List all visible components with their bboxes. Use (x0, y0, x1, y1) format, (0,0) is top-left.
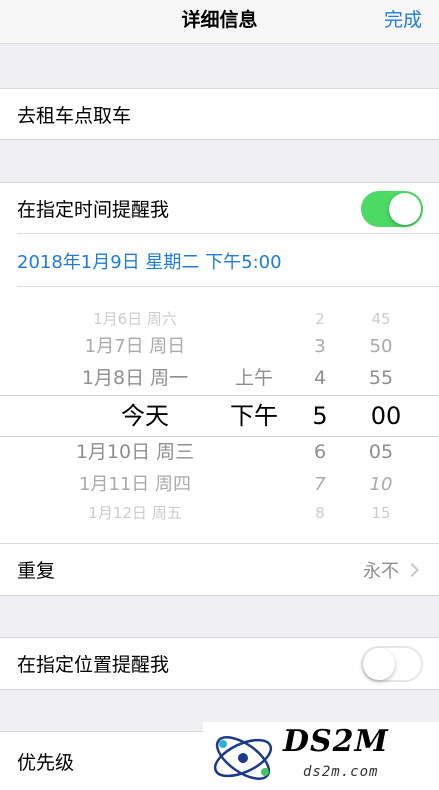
picker-date-selected[interactable]: 今天 (60, 395, 230, 437)
repeat-label: 重复 (17, 560, 56, 582)
watermark-logo-icon (213, 736, 273, 780)
toggle-knob (389, 193, 421, 225)
picker-date-option[interactable]: 1月10日 周三 (50, 436, 220, 468)
task-title[interactable]: 去租车点取车 (17, 89, 131, 139)
location-reminder-toggle[interactable] (361, 646, 423, 682)
datetime-cell[interactable]: 2018年1月9日 星期二 下午5:00 (0, 234, 439, 287)
reminder-datetime[interactable]: 2018年1月9日 星期二 下午5:00 (17, 234, 282, 287)
done-button[interactable]: 完成 (384, 0, 422, 44)
picker-minute-option[interactable]: 15 (356, 497, 406, 529)
picker-hour-option[interactable]: 4 (300, 362, 340, 394)
picker-hour-option[interactable]: 6 (300, 436, 340, 468)
toggle-knob (363, 648, 395, 680)
picker-minute-option[interactable]: 05 (356, 436, 406, 468)
picker-ampm-option[interactable]: 上午 (222, 362, 286, 394)
picker-ampm-selected[interactable]: 下午 (222, 395, 286, 437)
chevron-right-icon (404, 562, 420, 577)
picker-minute-selected[interactable]: 00 (356, 395, 416, 437)
repeat-cell[interactable]: 重复 永不 (0, 543, 439, 596)
picker-date-option[interactable]: 1月8日 周一 (50, 362, 220, 394)
navigation-bar: 详细信息 完成 (0, 0, 439, 44)
picker-minute-option[interactable]: 50 (356, 331, 406, 363)
time-reminder-cell: 在指定时间提醒我 (0, 182, 439, 234)
picker-hour-option[interactable]: 8 (300, 497, 340, 529)
page-title: 详细信息 (181, 9, 258, 31)
time-reminder-label: 在指定时间提醒我 (17, 199, 170, 221)
watermark-brand: DS2M (283, 724, 389, 759)
watermark: DS2M ds2m.com (203, 722, 439, 790)
picker-hour-selected[interactable]: 5 (300, 395, 340, 437)
picker-date-option[interactable]: 1月7日 周日 (50, 331, 220, 363)
datetime-picker[interactable]: 1月6日 周六 1月7日 周日 1月8日 周一 今天 1月10日 周三 1月11… (0, 287, 439, 543)
picker-hour-option[interactable]: 3 (300, 331, 340, 363)
location-reminder-cell: 在指定位置提醒我 (0, 637, 439, 690)
task-title-cell[interactable]: 去租车点取车 (0, 88, 439, 140)
location-reminder-label: 在指定位置提醒我 (17, 654, 170, 676)
priority-label: 优先级 (17, 751, 75, 774)
time-reminder-toggle[interactable] (361, 191, 423, 227)
picker-date-option[interactable]: 1月12日 周五 (50, 497, 220, 529)
picker-minute-option[interactable]: 55 (356, 362, 406, 394)
watermark-url: ds2m.com (303, 764, 379, 780)
repeat-value: 永不 (363, 560, 399, 582)
